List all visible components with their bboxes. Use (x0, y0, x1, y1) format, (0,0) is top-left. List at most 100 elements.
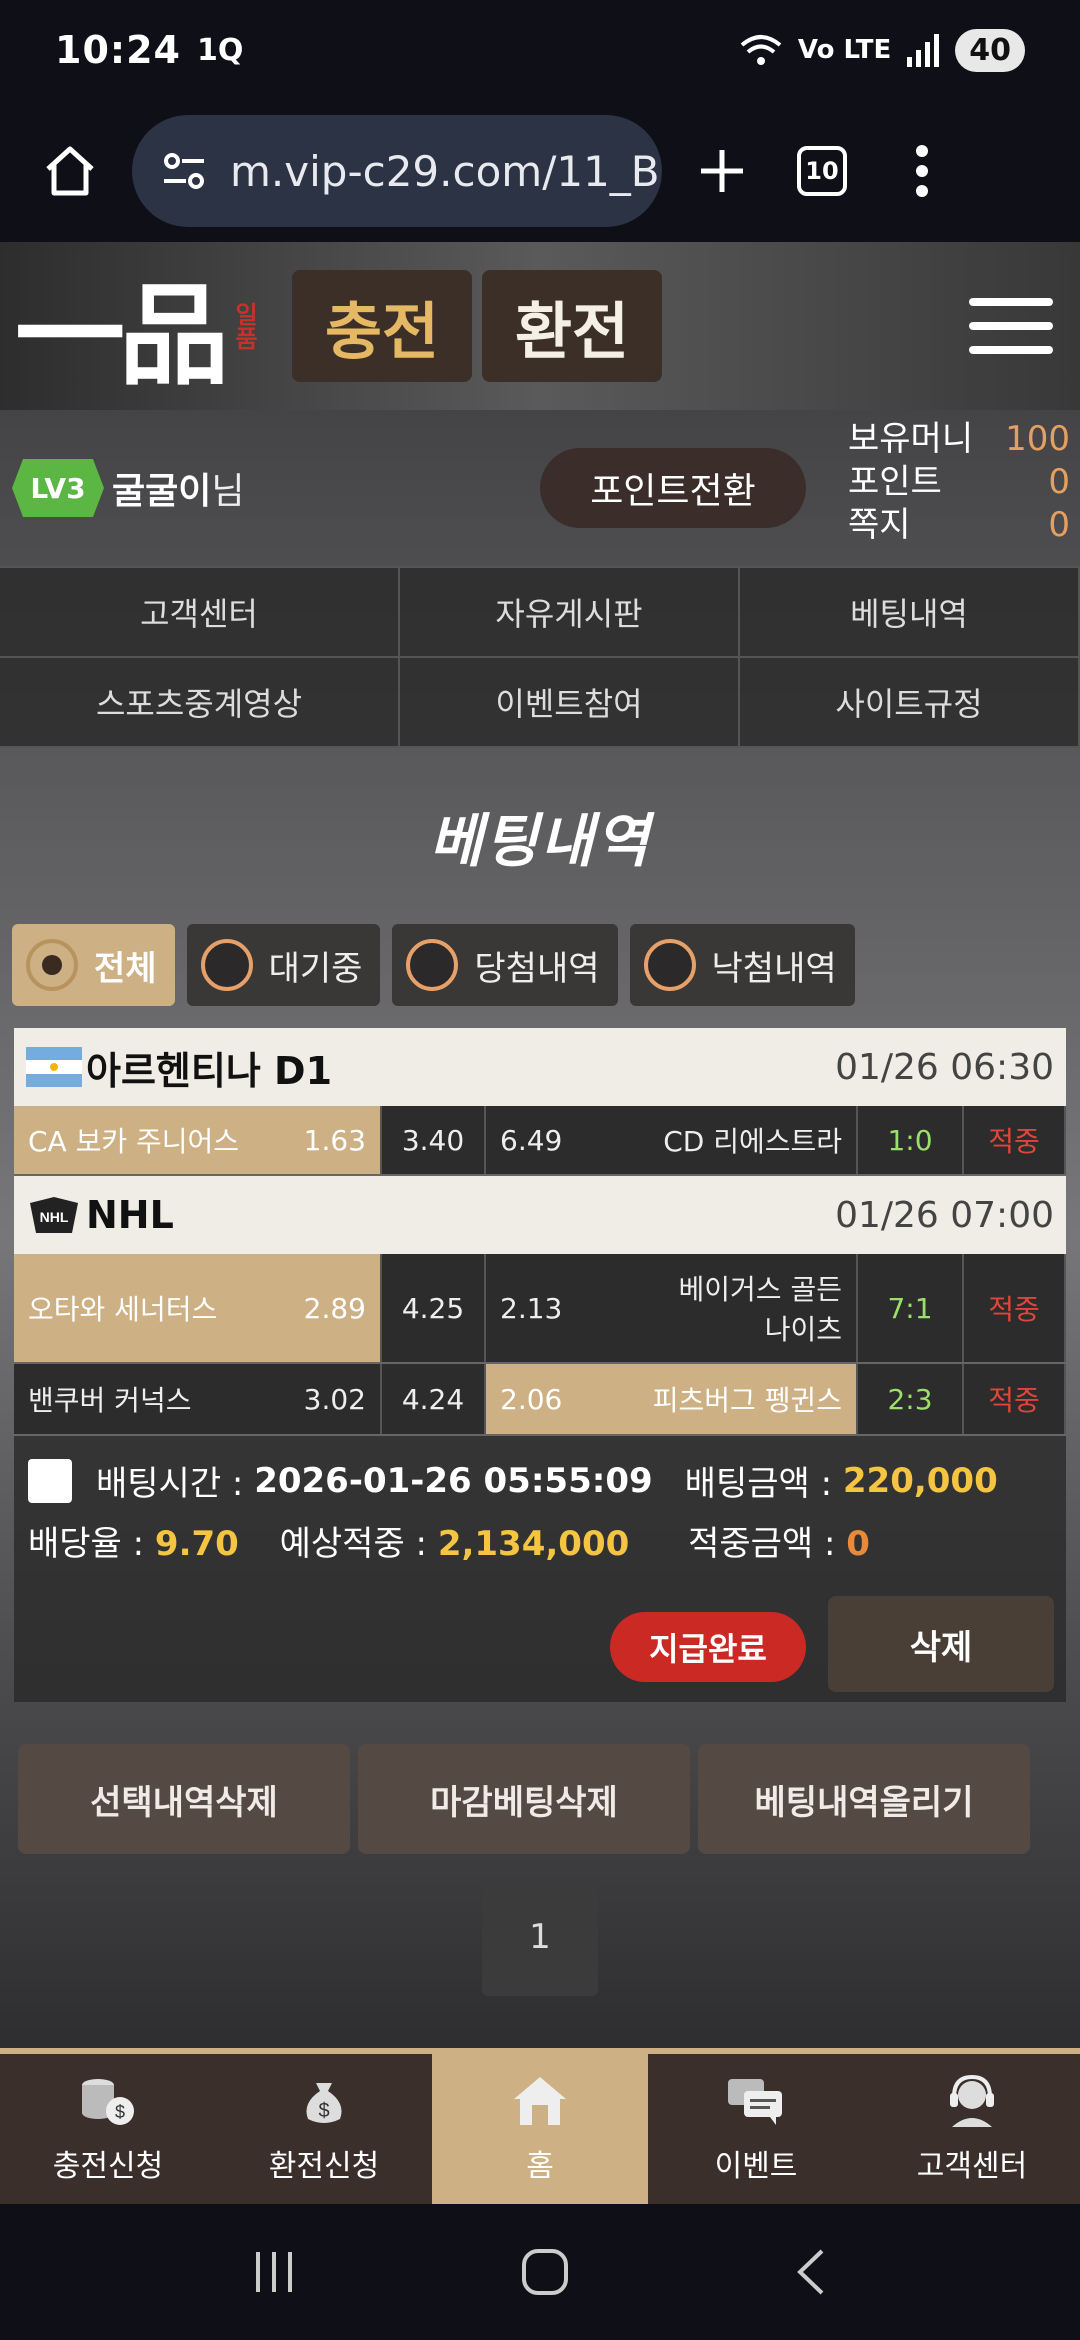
upload-history-button[interactable]: 베팅내역올리기 (698, 1744, 1030, 1854)
menu-icon[interactable] (969, 298, 1053, 354)
home-pick[interactable]: CA 보카 주니어스 1.63 (14, 1106, 382, 1174)
select-checkbox[interactable] (28, 1458, 72, 1503)
match-result: 적중 (964, 1254, 1066, 1362)
delete-closed-button[interactable]: 마감베팅삭제 (358, 1744, 690, 1854)
league-header: 아르헨티나 D1 01/26 06:30 (14, 1028, 1066, 1106)
match-date: 01/26 06:30 (835, 1046, 1054, 1088)
tab-switcher-button[interactable]: 10 (782, 131, 862, 211)
site-nav: 고객센터 자유게시판 베팅내역 스포츠중계영상 이벤트참여 사이트규정 (0, 566, 1080, 748)
plus-icon (701, 150, 743, 192)
home-icon (46, 146, 94, 196)
note-value[interactable]: 0 (1048, 504, 1070, 547)
delete-button[interactable]: 삭제 (828, 1596, 1054, 1692)
svg-text:$: $ (318, 2100, 329, 2122)
site-settings-icon[interactable] (162, 151, 206, 191)
volte-label: Vo LTE (797, 35, 892, 65)
page-title: 베팅내역 (429, 807, 651, 875)
match-score: 1:0 (858, 1106, 964, 1174)
away-pick[interactable]: 2.13 베이거스 골든 나이츠 (486, 1254, 858, 1362)
svg-text:$: $ (115, 2102, 125, 2122)
match-result: 적중 (964, 1364, 1066, 1434)
money-value: 100 (1005, 419, 1070, 459)
back-icon[interactable] (790, 2247, 830, 2297)
money-bag-icon: $ (293, 2073, 355, 2129)
filter-lost[interactable]: 낙첨내역 (629, 924, 855, 1006)
exchange-button[interactable]: 환전 (482, 270, 662, 382)
match-row: CA 보카 주니어스 1.63 3.40 6.49 CD 리에스트라 1:0 적중 (14, 1106, 1066, 1176)
odds-label: 배당율 : (28, 1524, 145, 1564)
nav-event[interactable]: 이벤트참여 (400, 658, 740, 748)
match-result: 적중 (964, 1106, 1066, 1174)
bet-time-label: 배팅시간 : (96, 1464, 244, 1504)
filter-pending[interactable]: 대기중 (186, 924, 381, 1006)
match-date: 01/26 07:00 (835, 1194, 1054, 1236)
battery-level: 40 (955, 28, 1025, 72)
more-vert-icon (916, 145, 928, 197)
bottom-nav: $ 충전신청 $ 환전신청 홈 이벤트 고객센터 (0, 2048, 1080, 2204)
money-label: 보유머니 (848, 419, 974, 459)
argentina-flag-icon (26, 1047, 82, 1087)
balance-panel: 보유머니 100 포인트 0 쪽지 0 (848, 418, 1070, 547)
nav-event[interactable]: 이벤트 (648, 2054, 864, 2204)
charge-button[interactable]: 충전 (292, 270, 472, 382)
match-score: 7:1 (858, 1254, 964, 1362)
system-nav-bar (0, 2204, 1080, 2340)
browser-menu-button[interactable] (882, 131, 962, 211)
note-label[interactable]: 쪽지 (848, 504, 911, 547)
home-pick[interactable]: 밴쿠버 커넉스 3.02 (14, 1364, 382, 1434)
site-logo[interactable]: 一品 (15, 246, 229, 406)
nhl-logo-icon: NHL (30, 1197, 78, 1233)
user-info: LV3 굴굴이님 포인트전환 보유머니 100 포인트 0 쪽지 0 (0, 410, 1080, 566)
username: 굴굴이님 (112, 471, 245, 512)
site-header: 一品 일품 충전 환전 (0, 242, 1080, 410)
nav-customer-center[interactable]: 고객센터 (0, 568, 400, 658)
home-pick[interactable]: 오타와 세너터스 2.89 (14, 1254, 382, 1362)
nav-home[interactable]: 홈 (432, 2054, 648, 2204)
bet-amount: 220,000 (842, 1460, 998, 1501)
svg-text:NHL: NHL (40, 1209, 69, 1225)
away-pick[interactable]: 6.49 CD 리에스트라 (486, 1106, 858, 1174)
league-name: 아르헨티나 D1 (86, 1048, 333, 1093)
draw-odds[interactable]: 3.40 (382, 1106, 486, 1174)
nav-charge[interactable]: $ 충전신청 (0, 2054, 216, 2204)
status-sub-icon: 1Q (196, 32, 244, 68)
bet-slip: 아르헨티나 D1 01/26 06:30 CA 보카 주니어스 1.63 3.40… (14, 1028, 1066, 1702)
nav-free-board[interactable]: 자유게시판 (400, 568, 740, 658)
status-bar: 10:24 1Q Vo LTE 40 (0, 0, 1080, 100)
expected-win: 2,134,000 (437, 1524, 630, 1564)
filter-won[interactable]: 당첨내역 (392, 924, 618, 1006)
nav-sports-stream[interactable]: 스포츠중계영상 (0, 658, 400, 748)
home-button[interactable] (30, 131, 110, 211)
headset-icon (941, 2073, 1003, 2129)
point-value: 0 (1048, 462, 1070, 502)
match-row: 오타와 세너터스 2.89 4.25 2.13 베이거스 골든 나이츠 7:1 적중 (14, 1254, 1066, 1364)
bet-time: 2026-01-26 05:55:09 (254, 1460, 653, 1501)
filter-all[interactable]: 전체 (12, 924, 175, 1006)
recent-apps-icon[interactable] (250, 2250, 300, 2294)
delete-selected-button[interactable]: 선택내역삭제 (18, 1744, 350, 1854)
match-score: 2:3 (858, 1364, 964, 1434)
point-convert-button[interactable]: 포인트전환 (540, 448, 806, 528)
page-number-button[interactable]: 1 (482, 1878, 598, 1996)
league-name: NHL (86, 1193, 174, 1237)
status-right: Vo LTE 40 (738, 28, 1025, 72)
chat-icon (725, 2073, 787, 2129)
address-bar[interactable]: m.vip-c29.com/11_Be (132, 115, 662, 227)
bet-summary: 배팅시간 : 2026-01-26 05:55:09 배팅금액 : 220,00… (14, 1436, 1066, 1702)
draw-odds[interactable]: 4.25 (382, 1254, 486, 1362)
new-tab-button[interactable] (682, 131, 762, 211)
nav-exchange[interactable]: $ 환전신청 (216, 2054, 432, 2204)
league-header: NHL NHL 01/26 07:00 (14, 1176, 1066, 1254)
nav-support[interactable]: 고객센터 (864, 2054, 1080, 2204)
nav-site-rules[interactable]: 사이트규정 (740, 658, 1080, 748)
browser-toolbar: m.vip-c29.com/11_Be 10 (0, 100, 1080, 242)
filter-tabs: 전체 대기중 당첨내역 낙첨내역 (12, 924, 855, 1006)
system-home-icon[interactable] (520, 2247, 570, 2297)
level-badge: LV3 (12, 459, 104, 517)
expected-label: 예상적중 : (279, 1524, 428, 1564)
nav-bet-history[interactable]: 베팅내역 (740, 568, 1080, 658)
home-icon (509, 2073, 571, 2129)
draw-odds[interactable]: 4.24 (382, 1364, 486, 1434)
radio-icon (26, 939, 78, 991)
away-pick[interactable]: 2.06 피츠버그 펭귄스 (486, 1364, 858, 1434)
